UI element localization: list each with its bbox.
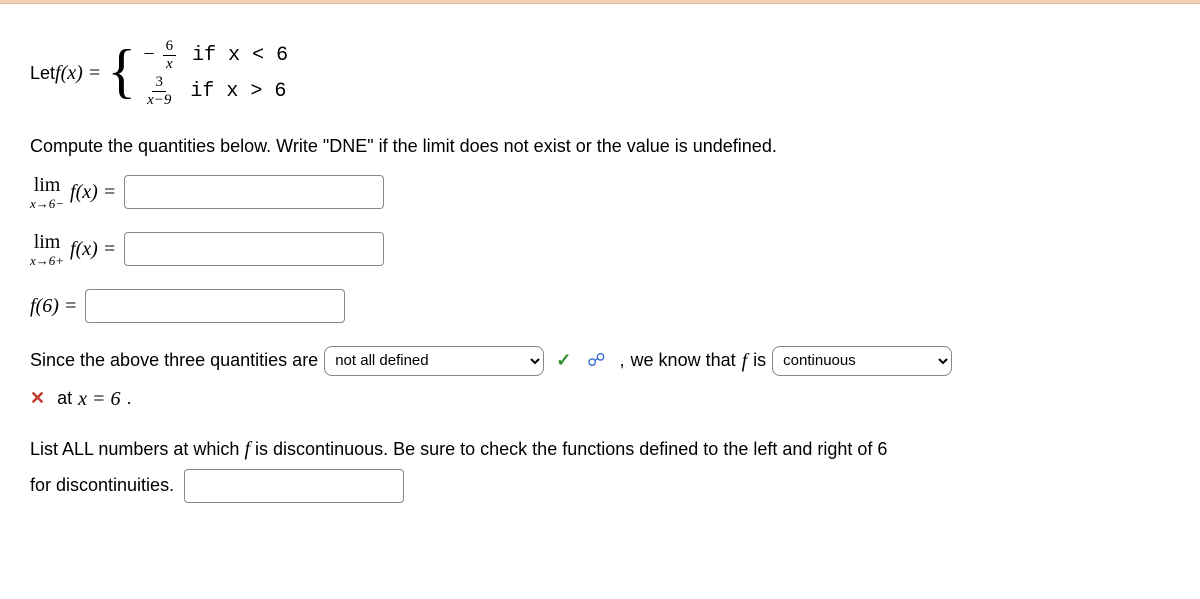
sentence-f: f: [742, 345, 748, 377]
conclusion-sentence: Since the above three quantities are not…: [30, 345, 1170, 377]
period: .: [126, 384, 131, 413]
link-icon[interactable]: ☍: [587, 346, 605, 375]
piece-1: − 6 x if x < 6: [142, 38, 288, 72]
sentence-part2: we know that: [631, 346, 736, 375]
discont-f: f: [244, 438, 250, 460]
f6-label: f(6) =: [30, 290, 77, 322]
limit-left-label: lim x→6− f(x) =: [30, 175, 116, 210]
x-equals-6: x = 6: [78, 383, 120, 415]
piece-2: 3 x−9 if x > 6: [142, 74, 288, 108]
conclusion-sentence-2: ✕ at x = 6 .: [30, 383, 1170, 415]
limit-row-right: lim x→6+ f(x) =: [30, 232, 1170, 267]
discontinuity-input[interactable]: [184, 469, 404, 503]
function-definition: Let f(x) = { − 6 x if x < 6 3: [30, 38, 1170, 108]
piece-2-expr: 3 x−9: [142, 74, 176, 108]
quantities-select[interactable]: not all defined: [324, 346, 544, 376]
sentence-comma: ,: [620, 346, 625, 375]
left-brace: {: [107, 44, 136, 98]
f6-input[interactable]: [85, 289, 345, 323]
limit-right-input[interactable]: [124, 232, 384, 266]
check-icon: ✓: [556, 346, 571, 375]
continuity-select[interactable]: continuous: [772, 346, 952, 376]
instruction-text: Compute the quantities below. Write "DNE…: [30, 132, 1170, 161]
discontinuity-prompt: List ALL numbers at which f is discontin…: [30, 433, 1170, 465]
problem-body: Let f(x) = { − 6 x if x < 6 3: [0, 4, 1200, 537]
limit-left-input[interactable]: [124, 175, 384, 209]
sentence-is: is: [753, 346, 766, 375]
piece-2-cond: if x > 6: [190, 74, 286, 108]
let-text: Let: [30, 59, 55, 88]
fx-equals: f(x) =: [55, 57, 101, 89]
piece-1-cond: if x < 6: [192, 38, 288, 72]
fraction-2: 3 x−9: [144, 75, 174, 108]
fraction-1: 6 x: [163, 39, 177, 72]
piecewise-cases: − 6 x if x < 6 3 x−9: [142, 38, 288, 108]
sentence-part1: Since the above three quantities are: [30, 346, 318, 375]
piece-1-expr: − 6 x: [142, 38, 178, 72]
discontinuity-row: for discontinuities.: [30, 469, 1170, 503]
discont-line2: for discontinuities.: [30, 471, 174, 500]
f-of-6-row: f(6) =: [30, 289, 1170, 323]
limit-right-label: lim x→6+ f(x) =: [30, 232, 116, 267]
at-text: at: [57, 384, 72, 413]
cross-icon: ✕: [30, 384, 45, 413]
limit-row-left: lim x→6− f(x) =: [30, 175, 1170, 210]
